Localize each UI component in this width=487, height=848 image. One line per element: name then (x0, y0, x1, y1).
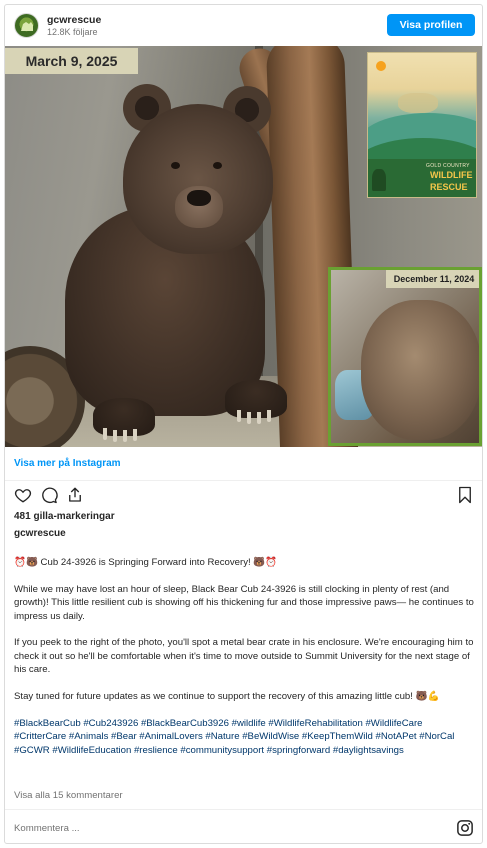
inset-photo: December 11, 2024 (328, 267, 482, 446)
logo-text: WILDLIFE (430, 170, 473, 180)
bear-head (123, 104, 273, 254)
caption-paragraph: If you peek to the right of the photo, y… (14, 637, 474, 676)
logo-text: GOLD COUNTRY (426, 163, 470, 169)
caption-title: ⏰🐻 Cub 24-3926 is Springing Forward into… (14, 557, 278, 568)
view-all-comments-link[interactable]: Visa alla 15 kommentarer (14, 790, 123, 801)
view-profile-button[interactable]: Visa profilen (387, 14, 475, 36)
post-photo[interactable]: March 9, 2025 GOLD COUNTRY WILDLIFE RESC… (5, 46, 482, 447)
bear-paw (93, 398, 155, 442)
like-count[interactable]: 481 gilla-markeringar (14, 511, 115, 522)
heart-icon[interactable] (14, 486, 32, 509)
comment-input[interactable]: Kommentera ... (14, 823, 80, 834)
comment-bar: Kommentera ... (5, 809, 482, 843)
bear-eye (171, 162, 180, 169)
photo-date-label: March 9, 2025 (5, 48, 138, 74)
view-more-label[interactable]: Visa mer på Instagram (14, 458, 121, 469)
instagram-icon[interactable] (456, 819, 474, 842)
username[interactable]: gcwrescue (47, 14, 101, 26)
follower-count: 12.8K följare (47, 27, 98, 37)
post-header: gcwrescue 12.8K följare Visa profilen (5, 5, 482, 47)
hashtags[interactable]: #BlackBearCub #Cub243926 #BlackBearCub39… (14, 717, 474, 757)
bear-nose (187, 190, 211, 206)
caption-paragraph: While we may have lost an hour of sleep,… (14, 583, 474, 622)
comment-icon[interactable] (40, 486, 58, 509)
view-more-link[interactable]: Visa mer på Instagram (5, 447, 482, 481)
bear-paw (225, 380, 287, 424)
caption-paragraph: Stay tuned for future updates as we cont… (14, 691, 440, 703)
logo-text: RESCUE (430, 182, 468, 192)
share-icon[interactable] (66, 486, 84, 509)
wildlife-rescue-logo: GOLD COUNTRY WILDLIFE RESCUE (367, 52, 477, 198)
bookmark-icon[interactable] (457, 486, 473, 509)
caption-author[interactable]: gcwrescue (14, 528, 66, 539)
post-caption: ⏰🐻 Cub 24-3926 is Springing Forward into… (14, 556, 474, 770)
bear-cub-earlier (361, 300, 479, 440)
avatar[interactable] (14, 13, 39, 38)
inset-date-label: December 11, 2024 (386, 270, 479, 288)
action-bar (5, 483, 482, 509)
instagram-embed-card: gcwrescue 12.8K följare Visa profilen Ma… (4, 4, 483, 844)
bear-eye (213, 162, 222, 169)
